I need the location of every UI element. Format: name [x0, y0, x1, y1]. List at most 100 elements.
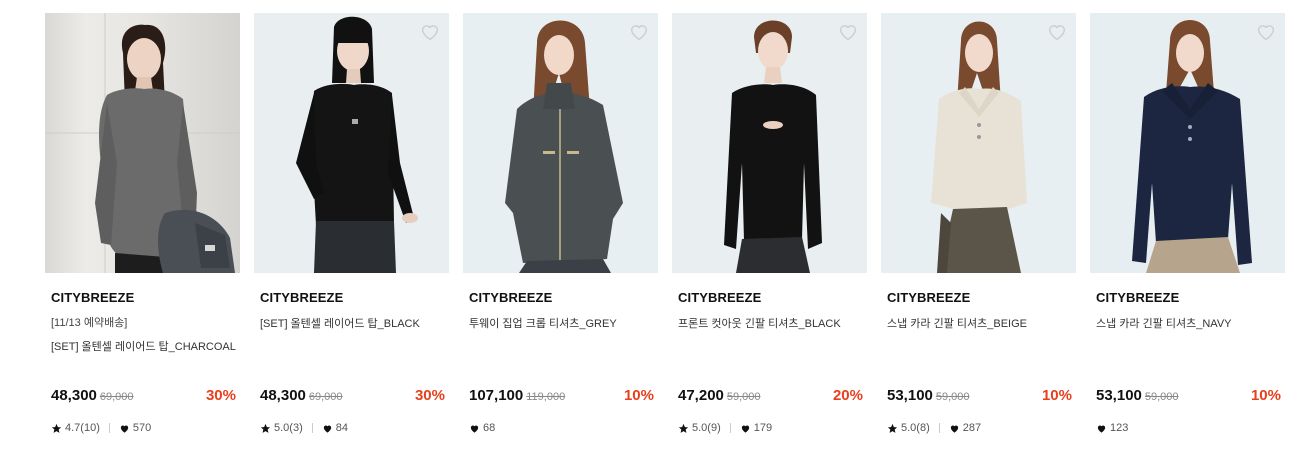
original-price: 59,000	[935, 391, 970, 403]
product-card[interactable]: CITYBREEZE [11/13 예약배송] [SET] 올텐셀 레이어드 탑…	[45, 13, 240, 434]
product-title[interactable]: [SET] 올텐셀 레이어드 탑_CHARCOAL	[45, 339, 240, 355]
meta-divider	[311, 423, 313, 433]
product-card[interactable]: CITYBREEZE 투웨이 집업 크롭 티셔츠_GREY 107,100 11…	[463, 13, 658, 434]
discount-rate: 30%	[205, 387, 236, 404]
price-row: 48,300 69,000 30%	[51, 387, 236, 407]
sale-price: 48,300	[260, 387, 306, 404]
brand-name[interactable]: CITYBREEZE	[463, 290, 658, 306]
model-figure	[505, 20, 623, 273]
likes: 68	[469, 422, 495, 434]
product-card[interactable]: CITYBREEZE 스냅 카라 긴팔 티셔츠_BEIGE 53,100 59,…	[881, 13, 1076, 434]
wishlist-button[interactable]	[837, 21, 859, 43]
brand-name[interactable]: CITYBREEZE	[881, 290, 1076, 306]
garment	[312, 83, 394, 225]
brand-name[interactable]: CITYBREEZE	[672, 290, 867, 306]
product-title[interactable]: 스냅 카라 긴팔 티셔츠_BEIGE	[881, 316, 1076, 332]
product-card[interactable]: CITYBREEZE 스냅 카라 긴팔 티셔츠_NAVY 53,100 59,0…	[1090, 13, 1285, 434]
original-price: 119,000	[526, 391, 566, 403]
discount-rate: 20%	[832, 387, 863, 404]
product-card[interactable]: CITYBREEZE [SET] 올텐셀 레이어드 탑_BLACK 48,300…	[254, 13, 449, 434]
meta-row: 4.7(10) 570	[51, 421, 151, 435]
likes: 123	[1096, 422, 1128, 434]
price-row: 53,100 59,000 10%	[887, 387, 1072, 407]
sale-price: 48,300	[51, 387, 97, 404]
product-title[interactable]: 프론트 컷아웃 긴팔 티셔츠_BLACK	[672, 316, 867, 332]
heart-filled-icon	[1097, 425, 1106, 433]
likes-count: 570	[132, 422, 152, 434]
meta-row: 68	[469, 421, 495, 435]
rating: 5.0(9)	[678, 422, 721, 434]
sale-price: 47,200	[678, 387, 724, 404]
discount-rate: 30%	[414, 387, 445, 404]
wishlist-button[interactable]	[1046, 21, 1068, 43]
sale-price: 53,100	[887, 387, 933, 404]
product-image[interactable]	[45, 13, 240, 273]
heart-filled-icon	[950, 425, 958, 433]
meta-row: 5.0(8) 287	[887, 421, 981, 435]
original-price: 69,000	[308, 391, 343, 403]
product-image[interactable]	[254, 13, 449, 273]
likes: 179	[740, 422, 772, 434]
price-row: 107,100 119,000 10%	[469, 387, 654, 407]
likes: 570	[119, 422, 151, 434]
meta-row: 5.0(3) 84	[260, 421, 348, 435]
likes: 287	[949, 422, 981, 434]
product-title[interactable]: 스냅 카라 긴팔 티셔츠_NAVY	[1090, 316, 1285, 332]
meta-divider	[108, 423, 110, 433]
discount-rate: 10%	[1041, 387, 1072, 404]
likes-count: 123	[1110, 422, 1129, 434]
garment	[931, 88, 1027, 209]
model-figure	[931, 21, 1027, 273]
brand-name[interactable]: CITYBREEZE	[45, 290, 240, 306]
discount-rate: 10%	[1250, 387, 1281, 404]
wishlist-button[interactable]	[419, 21, 441, 43]
wishlist-button[interactable]	[628, 21, 650, 43]
meta-row: 123	[1096, 421, 1128, 435]
product-card[interactable]: CITYBREEZE 프론트 컷아웃 긴팔 티셔츠_BLACK 47,200 5…	[672, 13, 867, 434]
meta-divider	[729, 423, 731, 433]
model-figure	[296, 16, 418, 273]
delivery-tag: [11/13 예약배송]	[51, 317, 128, 329]
product-title[interactable]: [SET] 올텐셀 레이어드 탑_BLACK	[254, 316, 449, 332]
rating-value: 5.0(9)	[692, 422, 721, 434]
heart-filled-icon	[323, 425, 331, 433]
price-row: 48,300 69,000 30%	[260, 387, 445, 407]
brand-name[interactable]: CITYBREEZE	[254, 290, 449, 306]
product-image[interactable]	[463, 13, 658, 273]
rating-value: 4.7(10)	[65, 422, 100, 434]
meta-divider	[938, 423, 940, 433]
model-figure	[1132, 20, 1252, 273]
rating: 5.0(8)	[887, 422, 930, 434]
heart-filled-icon	[741, 425, 749, 433]
model-figure	[45, 13, 240, 273]
rating: 5.0(3)	[260, 422, 303, 434]
likes-count: 84	[335, 422, 348, 434]
garment	[505, 92, 623, 263]
original-price: 69,000	[99, 391, 134, 403]
product-image[interactable]	[881, 13, 1076, 273]
wishlist-button[interactable]	[1255, 21, 1277, 43]
likes-count: 287	[962, 422, 982, 434]
original-price: 59,000	[726, 391, 761, 403]
rating: 4.7(10)	[51, 422, 100, 434]
sale-price: 53,100	[1096, 387, 1142, 404]
star-icon	[887, 423, 898, 433]
heart-filled-icon	[120, 425, 129, 433]
product-image[interactable]	[1090, 13, 1285, 273]
product-title[interactable]: 투웨이 집업 크롭 티셔츠_GREY	[463, 316, 658, 332]
product-image[interactable]	[672, 13, 867, 273]
heart-outline-icon	[1048, 25, 1066, 41]
price-row: 47,200 59,000 20%	[678, 387, 863, 407]
brand-name[interactable]: CITYBREEZE	[1090, 290, 1285, 306]
star-icon	[678, 423, 689, 433]
star-icon	[51, 423, 62, 433]
garment	[724, 84, 822, 249]
rating-value: 5.0(3)	[274, 422, 303, 434]
discount-rate: 10%	[623, 387, 654, 404]
sale-price: 107,100	[469, 387, 524, 404]
heart-outline-icon	[630, 25, 648, 41]
heart-outline-icon	[1257, 25, 1275, 41]
likes-count: 179	[753, 422, 773, 434]
star-icon	[260, 423, 271, 433]
heart-outline-icon	[421, 25, 439, 41]
